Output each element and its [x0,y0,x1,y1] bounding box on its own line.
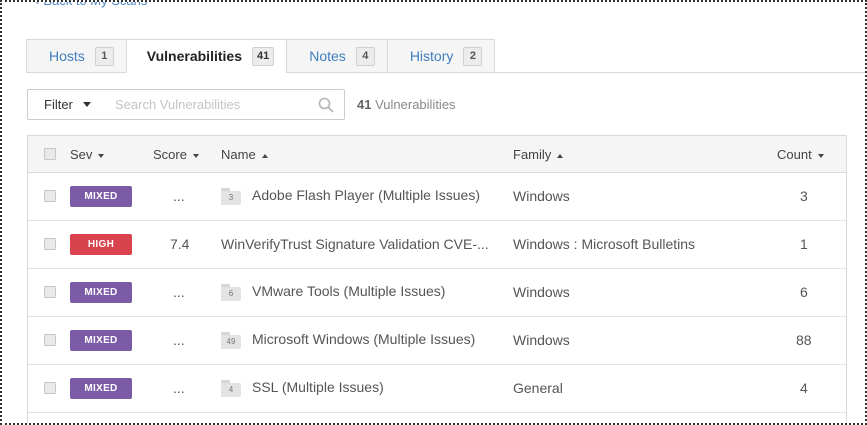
column-header-sev[interactable]: Sev [70,147,105,162]
search-icon[interactable] [318,97,334,113]
vuln-name: SSL (Multiple Issues) [252,379,384,395]
count-cell: 88 [796,332,812,348]
count-cell: 1 [800,236,808,252]
severity-badge: HIGH [70,234,132,255]
vuln-name: WinVerifyTrust Signature Validation CVE-… [221,236,489,252]
severity-badge: MIXED [70,330,132,351]
table-row[interactable]: HIGH 7.4 WinVerifyTrust Signature Valida… [28,221,846,269]
filter-dropdown-button[interactable]: Filter [27,89,105,120]
row-checkbox[interactable] [44,286,56,298]
sort-up-icon [261,153,268,158]
vuln-name: Microsoft Windows (Multiple Issues) [252,331,476,347]
name-cell: 49 Microsoft Windows (Multiple Issues) [221,331,476,350]
tab-vulnerabilities[interactable]: Vulnerabilities 41 [125,39,287,73]
severity-badge: MIXED [70,282,132,303]
column-label: Family [513,147,552,162]
page-frame: ‹ Back to My Scans Hosts 1 Vulnerabilitie… [0,0,867,425]
column-label: Score [153,147,187,162]
vuln-name: Adobe Flash Player (Multiple Issues) [252,187,480,203]
folder-icon: 3 [221,188,241,206]
score-cell: ... [173,332,185,348]
table-row[interactable]: MIXED ... 3 Adobe Flash Player (Multiple … [28,173,846,221]
folder-icon: 49 [221,332,241,350]
tab-count-badge: 41 [251,46,275,66]
family-cell: Windows : Microsoft Bulletins [513,236,696,252]
result-count-label: Vulnerabilities [375,97,456,112]
tab-count-badge: 4 [355,46,375,66]
name-cell: 6 VMware Tools (Multiple Issues) [221,283,446,302]
filter-label: Filter [44,97,73,112]
column-label: Sev [70,147,93,162]
score-cell: ... [173,188,185,204]
severity-badge: MIXED [70,378,132,399]
column-header-name[interactable]: Name [221,147,268,162]
row-checkbox[interactable] [44,190,56,202]
score-cell: 7.4 [170,236,190,252]
table-row[interactable]: MIXED ... 4 SSL (Multiple Issues) General… [28,365,846,413]
back-to-scans-link[interactable]: ‹ Back to My Scans [35,0,147,8]
column-header-family[interactable]: Family [513,147,564,162]
select-all-checkbox[interactable] [44,148,56,160]
result-count-number: 41 [357,97,372,112]
back-arrow-icon: ‹ [35,0,40,8]
sort-down-icon [192,153,199,158]
vulnerabilities-table: Sev Score Name Family Count MIXED ... 3A… [27,135,847,423]
tab-label: History [409,48,454,64]
result-count: 41 Vulnerabilities [357,97,456,112]
folder-icon: 4 [221,380,241,398]
tab-hosts[interactable]: Hosts 1 [26,39,126,73]
tab-label: Notes [309,48,346,64]
column-header-count[interactable]: Count [777,147,824,162]
name-cell: WinVerifyTrust Signature Validation CVE-… [221,236,489,252]
tab-notes[interactable]: Notes 4 [286,39,387,73]
sort-down-icon [817,153,824,158]
tab-count-badge: 2 [463,46,483,66]
table-row[interactable]: MIXED ... 6 VMware Tools (Multiple Issues… [28,269,846,317]
vuln-name: VMware Tools (Multiple Issues) [252,283,446,299]
row-checkbox[interactable] [44,334,56,346]
tab-label: Hosts [49,48,85,64]
column-header-score[interactable]: Score [153,147,199,162]
search-input[interactable] [104,90,304,119]
score-cell: ... [173,284,185,300]
folder-icon: 6 [221,284,241,302]
tab-label: Vulnerabilities [146,48,242,64]
caret-down-icon [82,102,91,107]
row-checkbox[interactable] [44,382,56,394]
sort-down-icon [98,153,105,158]
family-cell: Windows [513,188,570,204]
severity-badge: MIXED [70,186,132,207]
sort-up-icon [557,153,564,158]
family-cell: Windows [513,284,570,300]
tab-history[interactable]: History 2 [386,39,496,73]
tab-count-badge: 1 [94,46,114,66]
column-label: Count [777,147,812,162]
table-row[interactable]: MIXED ... 49 Microsoft Windows (Multiple … [28,317,846,365]
count-cell: 6 [800,284,808,300]
name-cell: 4 SSL (Multiple Issues) [221,379,384,398]
score-cell: ... [173,380,185,396]
family-cell: General [513,380,563,396]
count-cell: 3 [800,188,808,204]
count-cell: 4 [800,380,808,396]
family-cell: Windows [513,332,570,348]
search-box [104,89,345,120]
column-label: Name [221,147,256,162]
table-header: Sev Score Name Family Count [28,136,846,173]
tab-bar: Hosts 1 Vulnerabilities 41 Notes 4 Histo… [26,39,496,73]
row-checkbox[interactable] [44,238,56,250]
name-cell: 3 Adobe Flash Player (Multiple Issues) [221,187,480,206]
